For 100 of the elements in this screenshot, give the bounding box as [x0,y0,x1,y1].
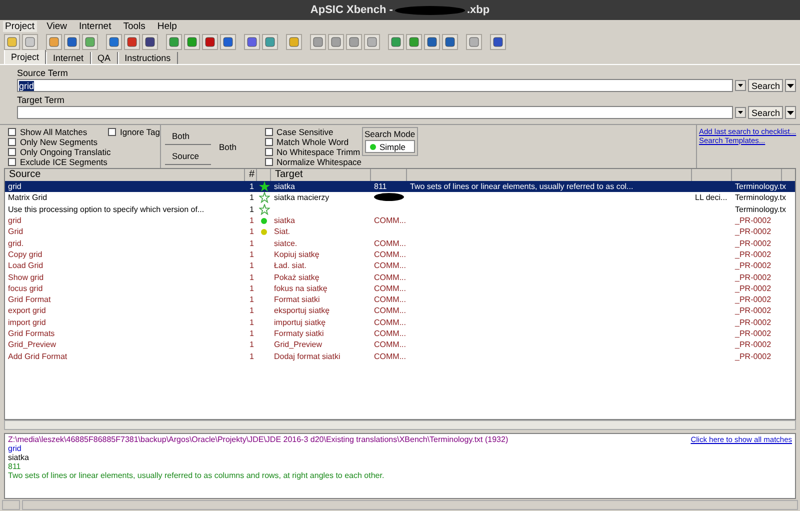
toolbar-button[interactable] [82,34,98,50]
menu-item[interactable]: Help [155,21,179,32]
toolbar-button[interactable] [346,34,362,50]
field-label: Target Term [17,95,64,105]
square-icon [49,36,59,46]
dropdown-button[interactable] [785,79,796,92]
square-icon [127,36,137,46]
square-icon [409,36,419,46]
status-bar-panel [2,500,20,510]
tab[interactable]: Internet [46,52,91,64]
menu-item[interactable]: Project [3,21,37,32]
table-cell-text: _PR-0002 [734,318,772,327]
tab[interactable]: QA [90,52,118,64]
dropdown-button[interactable] [735,80,746,91]
toolbar-button[interactable] [388,34,404,50]
search-button[interactable]: Search [748,79,783,92]
table-cell-text: Formaty siatki [273,329,325,338]
tab[interactable]: Instructions [118,52,178,64]
table-cell-text: COMM... [373,272,407,282]
checkbox[interactable]: Match Whole Word [264,137,349,147]
square-icon [331,36,341,46]
square-icon [493,36,503,46]
checkbox[interactable]: Ignore Tag [108,127,160,137]
checkbox[interactable]: Only New Segments [8,137,98,147]
table-cell-text: siatka [273,182,296,192]
square-icon [367,36,377,46]
table-cell-text: _PR-0002 [734,261,772,270]
toolbar-button[interactable] [406,34,422,50]
menu-item[interactable]: Internet [77,21,114,32]
toolbar-button[interactable] [244,34,260,50]
table-cell-text: focus grid [7,284,44,293]
search-mode-field[interactable]: Simple [364,140,416,153]
file-path: Z:\media\leszek\46885F86885F7381\backup\Argos\Oracle\Projekty\JDE\JDE 2016-3 d20\Existing translations\XBench\Terminology.txt (1932) [8,435,508,444]
table-cell-text: 1 [248,227,255,236]
checkbox[interactable]: Only Ongoing Translatic [8,147,111,157]
checkbox[interactable]: Normalize Whitespace [264,157,362,167]
toolbar-button[interactable] [22,34,38,50]
square-icon [469,36,479,46]
dropdown-button[interactable] [785,106,796,119]
tab[interactable]: Project [4,50,46,64]
toolbar-button[interactable] [184,34,200,50]
search-button[interactable]: Search [748,106,783,119]
toolbar-button[interactable] [490,34,506,50]
square-icon [7,36,17,46]
toolbar-button[interactable] [124,34,140,50]
table-cell-text: Show grid [7,272,45,282]
toolbar-button[interactable] [220,34,236,50]
search-term-field[interactable] [17,106,734,119]
toolbar-button[interactable] [286,34,302,50]
toolbar-button[interactable] [46,34,62,50]
table-cell-text: Add Grid Format [7,352,68,361]
table-cell-text: eksportuj siatkę [273,306,331,316]
entry-id: 811 [8,462,21,471]
square-icon [109,36,119,46]
table-cell-text: _PR-0002 [734,329,772,338]
search-term-field[interactable]: grid [17,79,734,92]
scope-value: Both [219,142,236,152]
target-text: siatka [8,453,29,462]
square-icon [265,36,275,46]
toolbar-button[interactable] [64,34,80,50]
square-icon [313,36,323,46]
toolbar-button[interactable] [262,34,278,50]
toolbar-button[interactable] [442,34,458,50]
menu-item[interactable]: View [44,21,69,32]
square-icon [145,36,155,46]
caret-icon [738,84,744,87]
toolbar-button[interactable] [142,34,158,50]
toolbar-button[interactable] [328,34,344,50]
table-cell-text: siatka [273,216,296,226]
table-cell-text: 1 [248,182,255,192]
table-cell-text: 1 [248,238,255,248]
table-cell-text: 1 [248,318,255,327]
table-cell-text: 1 [248,216,255,226]
table-cell-text: COMM... [373,238,407,248]
checkbox[interactable]: No Whitespace Trimm [264,147,360,157]
table-cell-text: 1 [248,193,255,202]
horizontal-scrollbar[interactable] [4,420,796,430]
toolbar-button[interactable] [466,34,482,50]
toolbar-button[interactable] [310,34,326,50]
table-cell-text: Pokaż siatkę [273,272,320,282]
table-cell-text: Kopiuj siatkę [273,250,320,259]
table-cell-text: 1 [248,261,255,270]
square-icon [349,36,359,46]
checkbox[interactable]: Exclude ICE Segments [8,157,108,167]
checkbox[interactable]: Case Sensitive [264,127,334,137]
toolbar-button[interactable] [166,34,182,50]
table-cell-text: grid [7,182,22,192]
square-icon [205,36,215,46]
dropdown-button[interactable] [735,107,746,118]
table-cell-text: COMM... [373,261,407,270]
checkbox[interactable]: Show All Matches [8,127,88,137]
toolbar-button[interactable] [364,34,380,50]
table-cell-text: _PR-0002 [734,284,772,293]
table-row[interactable]: grid 1 siatka 811 Two sets of lines or linear elements, usually referred to as col... Terminology.tx [5,181,795,192]
toolbar-button[interactable] [106,34,122,50]
toolbar-button[interactable] [202,34,218,50]
menu-item[interactable]: Tools [121,21,148,32]
square-icon [391,36,401,46]
toolbar-button[interactable] [4,34,20,50]
toolbar-button[interactable] [424,34,440,50]
